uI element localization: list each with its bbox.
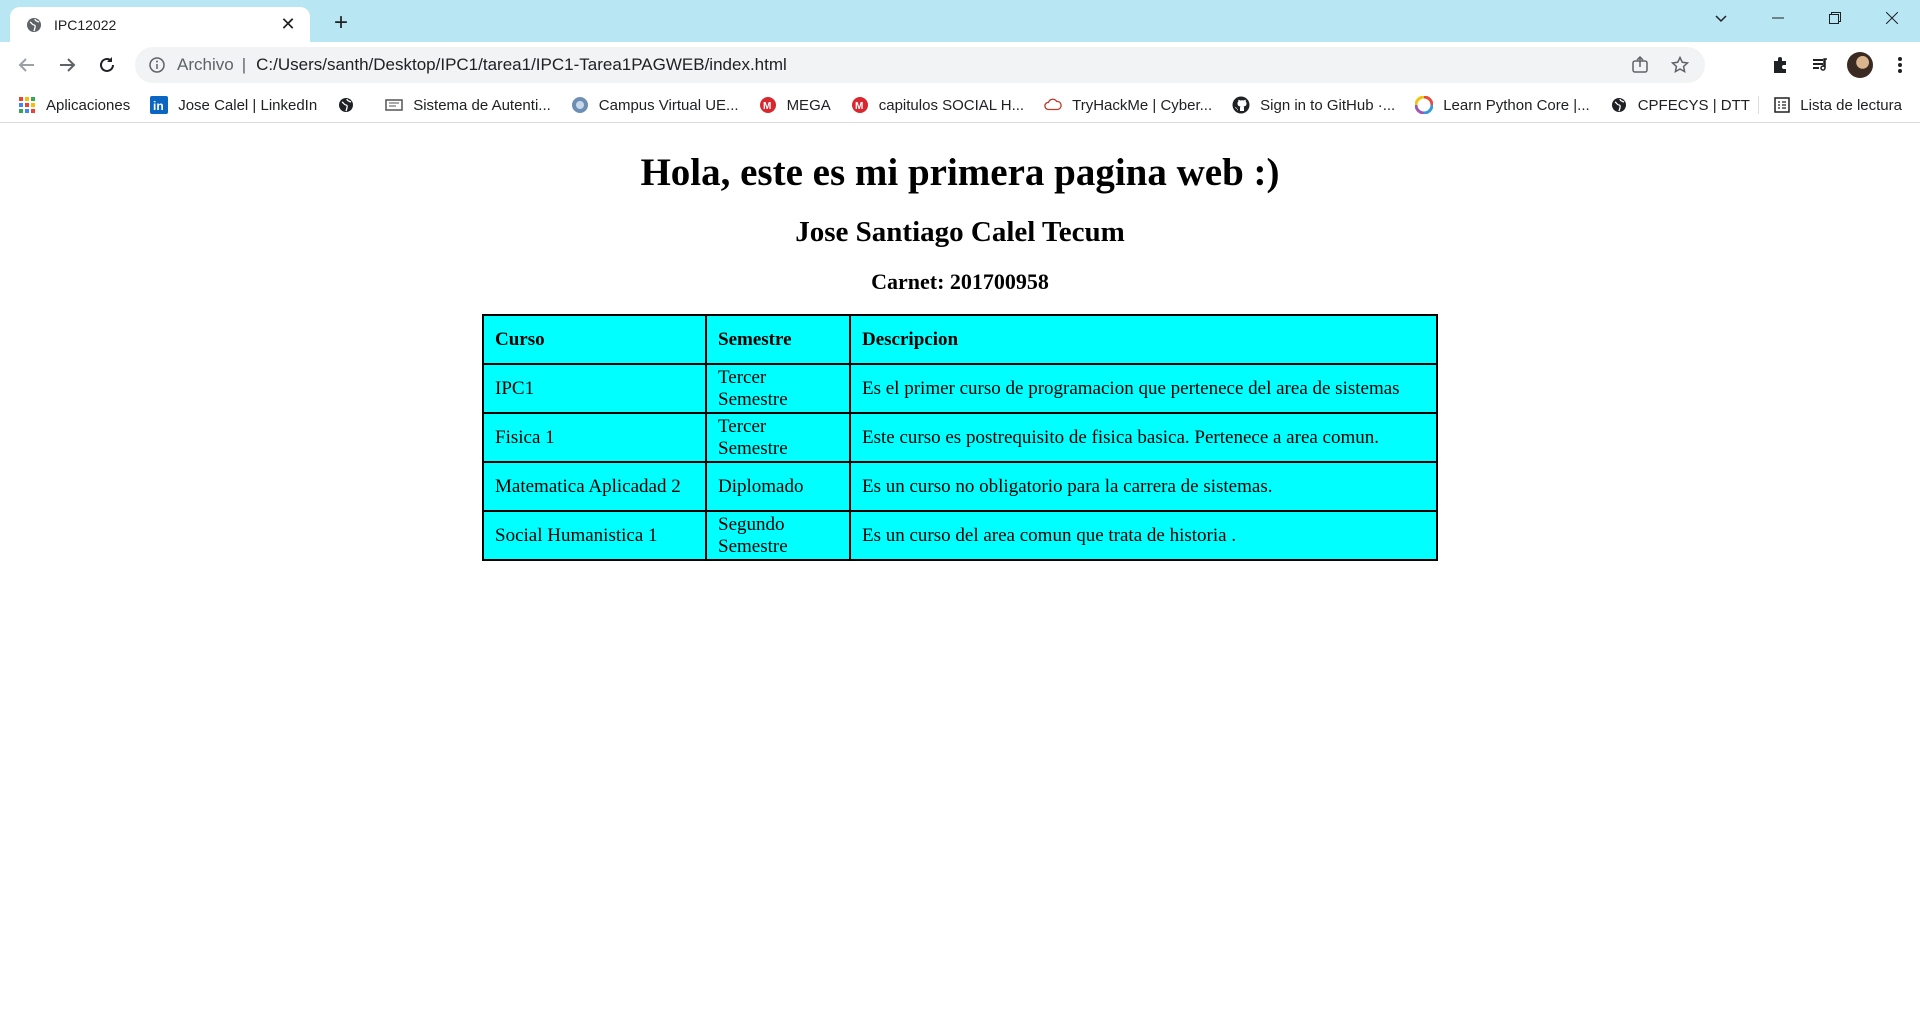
cell-curso: IPC1	[483, 364, 706, 413]
bookmark-label: MEGA	[786, 96, 831, 114]
info-icon[interactable]	[149, 57, 165, 73]
mega-icon: M	[759, 96, 777, 114]
cell-semestre: Tercer Semestre	[706, 413, 850, 462]
svg-text:M: M	[855, 101, 863, 112]
browser-window: IPC12022 ✕ + Archivo | C:/Users/santh/De…	[0, 0, 1920, 123]
sololearn-icon	[1415, 96, 1434, 114]
globe-icon	[1610, 96, 1628, 114]
arrow-left-icon	[18, 58, 34, 72]
new-tab-button[interactable]: +	[327, 9, 355, 37]
tab-title: IPC12022	[54, 16, 117, 33]
table-row: Matematica Aplicadad 2 Diplomado Es un c…	[483, 462, 1437, 511]
minimize-button[interactable]	[1749, 0, 1806, 36]
bookmark-learn-python[interactable]: Learn Python Core |...	[1415, 96, 1590, 114]
author-name: Jose Santiago Calel Tecum	[795, 216, 1125, 248]
site-icon	[385, 96, 403, 114]
globe-icon	[27, 17, 41, 32]
reload-icon	[100, 57, 114, 72]
table-row: IPC1 Tercer Semestre Es el primer curso …	[483, 364, 1437, 413]
cloud-icon	[1044, 96, 1062, 114]
address-bar[interactable]: Archivo | C:/Users/santh/Desktop/IPC1/ta…	[135, 47, 1705, 83]
back-button[interactable]	[7, 45, 47, 85]
bookmark-label: TryHackMe | Cyber...	[1072, 96, 1213, 114]
header-semestre: Semestre	[706, 315, 850, 364]
extensions-icon[interactable]	[1760, 45, 1800, 85]
cell-semestre: Tercer Semestre	[706, 364, 850, 413]
bookmark-github[interactable]: Sign in to GitHub ·...	[1232, 96, 1395, 114]
cell-curso: Matematica Aplicadad 2	[483, 462, 706, 511]
tab-strip: IPC12022 ✕ +	[0, 0, 1920, 42]
tab-search-icon[interactable]	[1692, 0, 1749, 36]
header-curso: Curso	[483, 315, 706, 364]
profile-avatar[interactable]	[1847, 52, 1873, 78]
table-header-row: Curso Semestre Descripcion	[483, 315, 1437, 364]
url-text[interactable]: C:/Users/santh/Desktop/IPC1/tarea1/IPC1-…	[256, 55, 1611, 75]
bookmark-mega[interactable]: M MEGA	[759, 96, 831, 114]
apps-grid-icon	[18, 96, 36, 114]
table-row: Fisica 1 Tercer Semestre Este curso es p…	[483, 413, 1437, 462]
scheme-label: Archivo	[177, 55, 234, 74]
header-descripcion: Descripcion	[850, 315, 1437, 364]
cell-descripcion: Este curso es postrequisito de fisica ba…	[850, 413, 1437, 462]
campus-icon	[571, 96, 589, 114]
bookmark-capitulos-social[interactable]: M capitulos SOCIAL H...	[851, 96, 1024, 114]
svg-text:M: M	[763, 101, 771, 112]
bookmark-globe[interactable]	[337, 96, 365, 114]
cell-curso: Social Humanistica 1	[483, 511, 706, 560]
cell-semestre: Segundo Semestre	[706, 511, 850, 560]
reading-list-label: Lista de lectura	[1800, 96, 1902, 114]
github-icon	[1232, 96, 1250, 114]
scheme-separator: |	[241, 55, 247, 74]
bookmark-label: Learn Python Core |...	[1443, 96, 1590, 114]
bookmarks-bar: Aplicaciones in Jose Calel | LinkedIn Si…	[0, 88, 1920, 123]
bookmark-sistema-autenticacion[interactable]: Sistema de Autenti...	[385, 96, 551, 114]
mega-icon: M	[851, 96, 869, 114]
menu-icon[interactable]	[1880, 45, 1920, 85]
page-content: Hola, este es mi primera pagina web :) J…	[0, 147, 1920, 561]
bookmark-label: CPFECYS | DTT	[1637, 96, 1750, 114]
cell-semestre: Diplomado	[706, 462, 850, 511]
carnet-label: Carnet: 201700958	[871, 269, 1049, 294]
close-window-button[interactable]	[1863, 0, 1920, 36]
reading-list-icon	[1774, 97, 1791, 113]
bookmark-linkedin[interactable]: in Jose Calel | LinkedIn	[150, 96, 317, 114]
bookmark-label: Campus Virtual UE...	[598, 96, 739, 114]
cell-curso: Fisica 1	[483, 413, 706, 462]
reading-list-button[interactable]: Lista de lectura	[1758, 88, 1902, 122]
cell-descripcion: Es el primer curso de programacion que p…	[850, 364, 1437, 413]
bookmark-campus-virtual[interactable]: Campus Virtual UE...	[571, 96, 739, 114]
page-heading: Hola, este es mi primera pagina web :)	[640, 151, 1280, 194]
bookmark-tryhackme[interactable]: TryHackMe | Cyber...	[1044, 96, 1212, 114]
bookmark-label: capitulos SOCIAL H...	[878, 96, 1025, 114]
courses-table: Curso Semestre Descripcion IPC1 Tercer S…	[482, 314, 1438, 561]
bookmark-label: Sign in to GitHub ·...	[1260, 96, 1396, 114]
restore-button[interactable]	[1806, 0, 1863, 36]
bookmark-label: Jose Calel | LinkedIn	[178, 96, 318, 114]
reload-button[interactable]	[87, 45, 127, 85]
cell-descripcion: Es un curso no obligatorio para la carre…	[850, 462, 1437, 511]
bookmark-label: Sistema de Autenti...	[413, 96, 551, 114]
bookmark-aplicaciones[interactable]: Aplicaciones	[18, 96, 130, 114]
bookmark-cpfecys[interactable]: CPFECYS | DTT	[1610, 96, 1750, 114]
window-controls	[1692, 0, 1920, 36]
arrow-right-icon	[60, 58, 76, 72]
svg-text:in: in	[153, 99, 164, 113]
table-row: Social Humanistica 1 Segundo Semestre Es…	[483, 511, 1437, 560]
forward-button[interactable]	[47, 45, 87, 85]
cell-descripcion: Es un curso del area comun que trata de …	[850, 511, 1437, 560]
bookmark-label: Aplicaciones	[46, 96, 131, 114]
toolbar: Archivo | C:/Users/santh/Desktop/IPC1/ta…	[0, 42, 1920, 88]
right-toolbar	[1760, 45, 1920, 85]
close-tab-icon[interactable]: ✕	[278, 14, 298, 35]
share-icon[interactable]	[1629, 54, 1651, 76]
media-control-icon[interactable]	[1800, 45, 1840, 85]
tab-active[interactable]: IPC12022 ✕	[10, 7, 310, 42]
linkedin-icon: in	[150, 96, 169, 114]
star-icon[interactable]	[1669, 54, 1691, 76]
globe-icon	[337, 96, 355, 114]
